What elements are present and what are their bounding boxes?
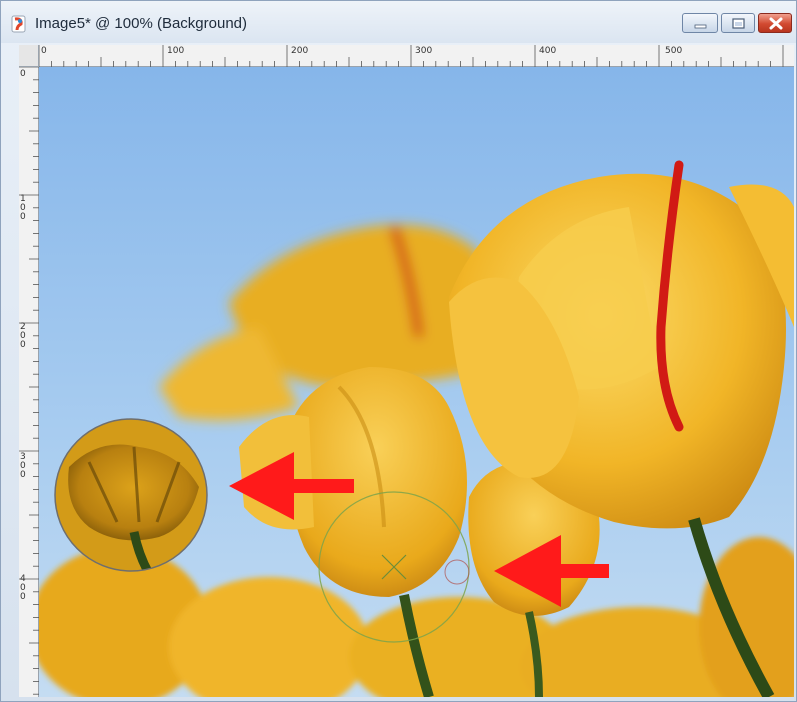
minimize-button[interactable]	[682, 13, 718, 33]
ruler-top-label-0: 0	[41, 46, 47, 56]
vertical-ruler-ticks	[19, 67, 39, 695]
title-bar[interactable]: Image5* @ 100% (Background)	[1, 1, 796, 43]
window-title: Image5* @ 100% (Background)	[35, 15, 248, 32]
tulip-photo	[39, 67, 794, 697]
ruler-left-label-0: 0	[20, 69, 26, 79]
ruler-left-label-100: 100	[20, 194, 26, 222]
maximize-icon	[732, 18, 745, 29]
ruler-corner	[19, 45, 39, 67]
minimize-icon	[694, 24, 707, 29]
maximize-button[interactable]	[721, 13, 755, 33]
image-canvas[interactable]	[39, 67, 794, 697]
close-button[interactable]	[758, 13, 792, 33]
vertical-ruler[interactable]: 0 100 200 300 400	[19, 67, 39, 697]
ruler-top-label-500: 500	[665, 46, 683, 56]
horizontal-ruler[interactable]: 0 100 200 300 400 500	[19, 45, 794, 67]
ruler-top-label-100: 100	[167, 46, 185, 56]
paintshop-app-icon	[11, 15, 26, 33]
ruler-top-label-300: 300	[415, 46, 433, 56]
ruler-left-label-200: 200	[20, 322, 26, 350]
close-icon	[769, 17, 783, 30]
image-document-window: Image5* @ 100% (Background) 0 100 200 30…	[0, 0, 797, 702]
ruler-top-label-200: 200	[291, 46, 309, 56]
ruler-left-label-300: 300	[20, 452, 26, 480]
ruler-top-label-400: 400	[539, 46, 557, 56]
ruler-left-label-400: 400	[20, 574, 26, 602]
